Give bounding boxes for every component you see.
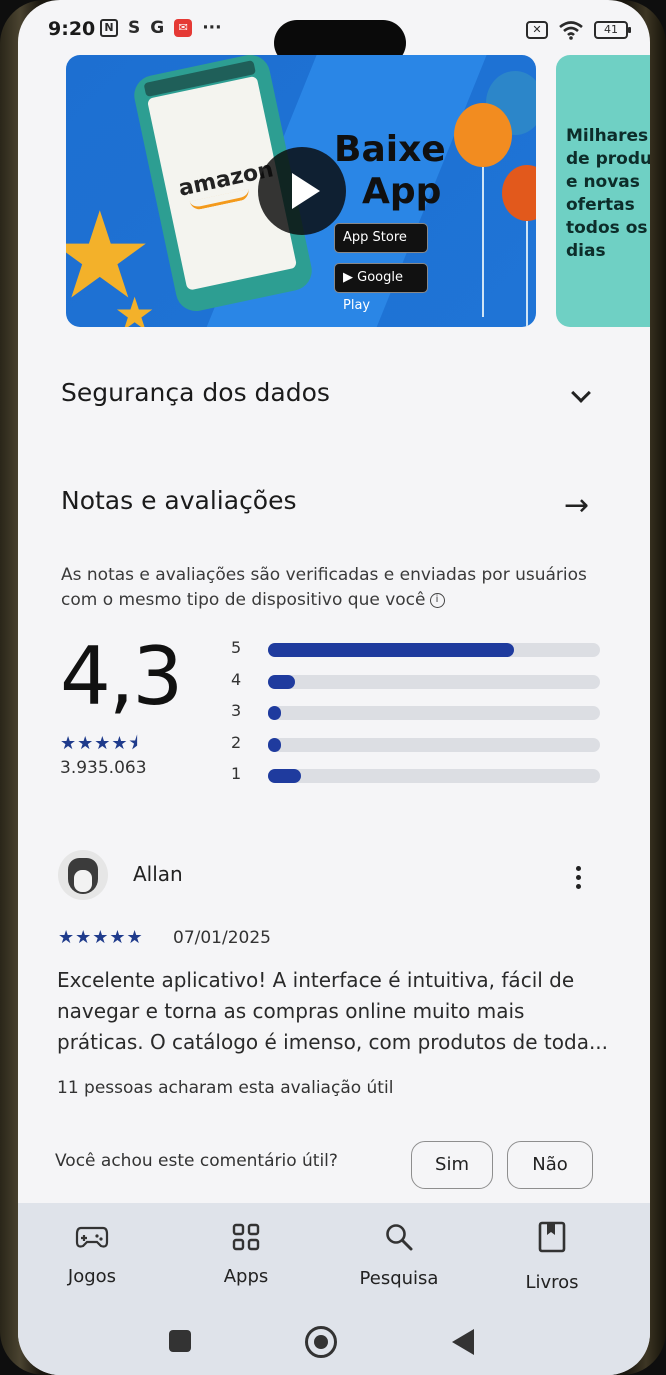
promo-screenshot-2[interactable]: Milhares de produ e novas ofertas todos … (556, 55, 650, 327)
ratings-description: As notas e avaliações são verificadas e … (61, 563, 621, 613)
rating-bar-fill (268, 737, 282, 752)
rating-bar-label: 4 (231, 669, 242, 689)
nav-games-label: Jogos (67, 1266, 117, 1287)
apps-grid-icon (196, 1220, 296, 1254)
rating-bar-track (268, 769, 600, 783)
husky-avatar-mask (74, 870, 92, 892)
phone-frame: 9:20 N S G ✉ ··· ✕ 41 ★ ★ amazon Baixe A… (0, 0, 666, 1375)
status-icons-left: N S G ✉ ··· (100, 18, 222, 38)
info-icon[interactable]: i (429, 592, 445, 608)
reviewer-name: Allan (133, 862, 183, 886)
status-time: 9:20 (48, 18, 96, 40)
banner-title-line1: Baixe (334, 129, 446, 170)
app-store-badge: App Store (334, 223, 428, 253)
rating-bar-track (268, 643, 600, 657)
nav-books[interactable]: Livros (502, 1220, 602, 1293)
nav-search[interactable]: Pesquisa (349, 1220, 449, 1289)
screen: 9:20 N S G ✉ ··· ✕ 41 ★ ★ amazon Baixe A… (18, 0, 650, 1375)
rating-bar-fill (268, 643, 514, 657)
search-icon (349, 1220, 449, 1254)
helpful-count: 11 pessoas acharam esta avaliação útil (57, 1078, 394, 1098)
book-icon (502, 1220, 602, 1254)
review-stars: ★★★★★ (58, 927, 144, 948)
more-options-icon[interactable] (568, 866, 588, 896)
helpful-question: Você achou este comentário útil? (55, 1151, 338, 1171)
avatar (58, 850, 108, 900)
promo-video-banner[interactable]: ★ ★ amazon Baixe App App Store ▶ Google … (66, 55, 536, 327)
gamepad-icon (42, 1220, 142, 1254)
balloon-decoration (454, 103, 512, 167)
nav-apps[interactable]: Apps (196, 1220, 296, 1287)
bottom-nav: Jogos Apps Pesquisa Livros (18, 1212, 650, 1302)
app-store-label: App Store (343, 230, 407, 245)
rating-bar-fill (268, 674, 295, 689)
no-button[interactable]: Não (507, 1141, 593, 1189)
ratings-title[interactable]: Notas e avaliações (61, 486, 297, 515)
rating-bar-fill (268, 706, 282, 720)
balloon-decoration (502, 165, 536, 221)
rating-count: 3.935.063 (60, 758, 147, 778)
rating-bar-track (268, 674, 600, 689)
rating-bar-fill (268, 769, 302, 783)
notification-icon: ✉ (174, 19, 193, 37)
ratings-description-text: As notas e avaliações são verificadas e … (61, 565, 587, 610)
play-video-icon[interactable] (258, 147, 346, 235)
google-icon: G (150, 18, 165, 38)
battery-icon: 41 (594, 21, 631, 39)
recent-apps-icon[interactable] (169, 1330, 191, 1352)
google-play-badge: ▶ Google Play (334, 263, 428, 313)
rating-bar-label: 1 (231, 764, 242, 783)
no-sim-icon: ✕ (526, 21, 548, 39)
star-decoration-small: ★ (114, 287, 156, 327)
review-date: 07/01/2025 (173, 928, 271, 948)
rating-bar-label: 3 (231, 701, 242, 720)
balloon-string (482, 167, 484, 317)
status-icons-right: ✕ 41 (526, 20, 631, 40)
nav-games[interactable]: Jogos (42, 1220, 142, 1287)
rating-bar-track (268, 706, 600, 720)
promo-screenshot-2-text: Milhares de produ e novas ofertas todos … (566, 126, 650, 261)
balloon-string (526, 221, 528, 327)
rating-bar-row: 5 (228, 638, 608, 670)
review-text[interactable]: Excelente aplicativo! A interface é intu… (57, 965, 612, 1058)
nav-books-label: Livros (525, 1272, 579, 1293)
rating-bar-row: 1 (228, 764, 608, 796)
banner-title-line2: App (362, 171, 442, 212)
back-icon[interactable] (452, 1329, 474, 1355)
s-icon: S (128, 18, 141, 38)
rating-bar-label: 2 (231, 732, 242, 752)
arrow-right-icon[interactable]: → (564, 488, 589, 523)
google-play-icon: ▶ (343, 270, 353, 285)
status-bar: 9:20 N S G ✉ ··· ✕ 41 (18, 12, 650, 66)
chevron-down-icon[interactable] (571, 383, 591, 403)
rating-distribution: 5 4 3 2 1 (228, 638, 608, 796)
data-safety-title[interactable]: Segurança dos dados (61, 378, 330, 407)
rating-bar-row: 4 (228, 670, 608, 702)
system-navigation (18, 1325, 650, 1359)
rating-bar-row: 3 (228, 701, 608, 733)
rating-bar-track (268, 737, 600, 752)
yes-button[interactable]: Sim (411, 1141, 493, 1189)
nav-search-label: Pesquisa (359, 1268, 439, 1289)
more-dots-icon: ··· (202, 18, 222, 38)
rating-bar-label: 5 (231, 638, 242, 657)
home-icon[interactable] (305, 1326, 337, 1358)
wifi-icon (559, 21, 583, 40)
nfc-icon: N (100, 19, 118, 37)
rating-stars: ★★★★⯨ (60, 733, 140, 754)
rating-bar-row: 2 (228, 733, 608, 765)
nav-apps-label: Apps (223, 1266, 269, 1287)
average-rating: 4,3 (60, 630, 183, 723)
